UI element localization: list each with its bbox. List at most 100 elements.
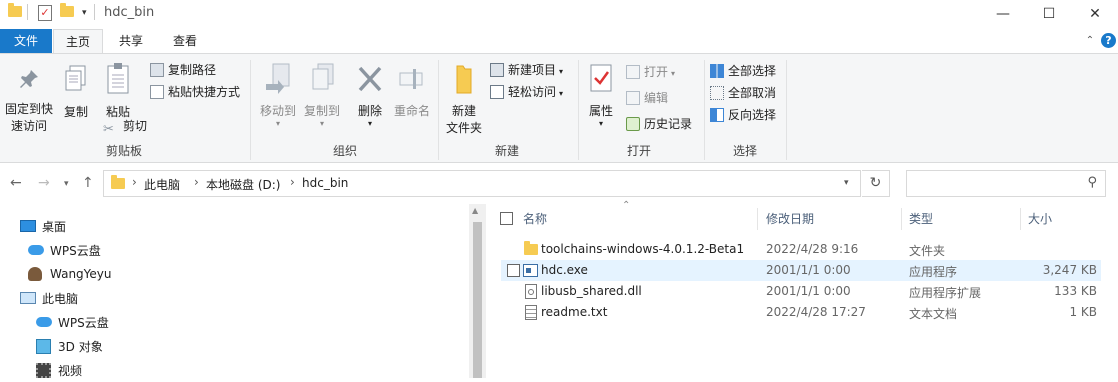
up-arrow-icon[interactable]: ↑ bbox=[82, 175, 94, 191]
easy-access-label: 轻松访问 bbox=[508, 85, 557, 99]
column-header-type[interactable]: 类型 bbox=[909, 210, 933, 227]
copy-to-button[interactable]: 复制到 ▾ bbox=[300, 62, 344, 128]
scrollbar-thumb[interactable] bbox=[473, 222, 482, 378]
search-input[interactable]: ⚲ bbox=[906, 170, 1106, 197]
back-arrow-icon[interactable]: ← bbox=[10, 175, 22, 191]
nav-item-videos[interactable]: 视频 bbox=[36, 358, 82, 382]
file-row[interactable]: hdc.exe 2001/1/1 0:00 应用程序 3,247 KB bbox=[501, 260, 1101, 281]
copy-label: 复制 bbox=[63, 105, 88, 119]
nav-label: WangYeyu bbox=[50, 267, 112, 281]
file-type: 文本文档 bbox=[909, 307, 958, 321]
tab-view[interactable]: 查看 bbox=[162, 29, 208, 53]
ribbon-tabs: 文件 主页 共享 查看 ⌃ ? bbox=[0, 29, 1118, 54]
tab-file[interactable]: 文件 bbox=[0, 29, 52, 53]
file-size: 3,247 KB bbox=[1042, 263, 1097, 277]
file-type: 文件夹 bbox=[909, 244, 946, 258]
new-folder-label: 新建 文件夹 bbox=[445, 104, 482, 135]
dropdown-arrow-icon: ▾ bbox=[367, 119, 372, 128]
nav-label: 桌面 bbox=[42, 219, 67, 234]
column-header-size[interactable]: 大小 bbox=[1028, 210, 1052, 227]
column-header-modified[interactable]: 修改日期 bbox=[766, 210, 814, 227]
nav-scrollbar[interactable]: ▲ bbox=[469, 204, 486, 378]
select-all-label: 全部选择 bbox=[728, 64, 777, 78]
paste-shortcut-button[interactable]: 粘贴快捷方式 bbox=[150, 84, 240, 100]
group-label-open: 打开 bbox=[626, 144, 651, 158]
tab-home[interactable]: 主页 bbox=[53, 29, 103, 54]
nav-label: WPS云盘 bbox=[58, 315, 109, 330]
recent-locations-icon[interactable]: ▾ bbox=[64, 179, 69, 189]
select-none-button[interactable]: 全部取消 bbox=[710, 85, 776, 101]
file-name: toolchains-windows-4.0.1.2-Beta1 bbox=[541, 242, 745, 256]
divider bbox=[786, 60, 787, 160]
edit-icon bbox=[626, 91, 640, 105]
close-button[interactable]: ✕ bbox=[1072, 0, 1118, 28]
dll-icon bbox=[525, 284, 537, 299]
invert-selection-button[interactable]: 反向选择 bbox=[710, 107, 776, 123]
help-icon[interactable]: ? bbox=[1101, 33, 1116, 48]
row-checkbox[interactable] bbox=[507, 264, 520, 277]
select-all-checkbox[interactable] bbox=[500, 212, 513, 225]
nav-label: WPS云盘 bbox=[50, 243, 101, 258]
select-all-button[interactable]: 全部选择 bbox=[710, 63, 776, 79]
chevron-right-icon[interactable]: › bbox=[290, 175, 295, 189]
group-label-select: 选择 bbox=[732, 144, 757, 158]
rename-button[interactable]: 重命名 bbox=[390, 62, 434, 120]
breadcrumb-this-pc[interactable]: 此电脑 bbox=[144, 176, 180, 193]
nav-item-3d-objects[interactable]: 3D 对象 bbox=[36, 334, 103, 358]
divider bbox=[578, 60, 579, 160]
new-item-label: 新建项目 bbox=[508, 63, 557, 77]
chevron-right-icon[interactable]: › bbox=[194, 175, 199, 189]
copy-button[interactable]: 复制 bbox=[60, 64, 92, 121]
properties-icon[interactable]: ✓ bbox=[38, 5, 52, 21]
breadcrumb-hdc-bin[interactable]: hdc_bin bbox=[302, 176, 348, 190]
easy-access-button[interactable]: 轻松访问 ▾ bbox=[490, 84, 563, 102]
text-file-icon bbox=[525, 305, 537, 320]
file-modified: 2001/1/1 0:00 bbox=[766, 263, 851, 277]
refresh-icon[interactable]: ↻ bbox=[862, 170, 890, 197]
divider bbox=[757, 208, 758, 230]
paste-button[interactable]: 粘贴 bbox=[100, 62, 136, 121]
new-folder-icon[interactable] bbox=[60, 3, 74, 17]
tab-share[interactable]: 共享 bbox=[108, 29, 154, 53]
properties-button[interactable]: 属性 ▾ bbox=[584, 62, 618, 128]
nav-item-this-pc[interactable]: 此电脑 bbox=[20, 286, 78, 310]
address-bar[interactable]: › 此电脑 › 本地磁盘 (D:) › hdc_bin ▾ bbox=[103, 170, 861, 197]
address-dropdown-icon[interactable]: ▾ bbox=[844, 178, 849, 188]
column-header-name[interactable]: 名称 bbox=[523, 210, 547, 227]
nav-item-desktop[interactable]: 桌面 bbox=[20, 214, 66, 238]
folder-icon bbox=[111, 175, 125, 189]
file-type: 应用程序 bbox=[909, 265, 958, 279]
delete-button[interactable]: 删除 ▾ bbox=[352, 62, 388, 128]
copy-path-button[interactable]: 复制路径 bbox=[150, 62, 216, 78]
nav-item-wps-cloud-2[interactable]: WPS云盘 bbox=[36, 310, 109, 334]
copy-icon bbox=[65, 65, 86, 91]
new-folder-button[interactable]: 新建 文件夹 bbox=[442, 62, 486, 137]
open-button[interactable]: 打开 ▾ bbox=[626, 64, 675, 82]
select-none-label: 全部取消 bbox=[728, 86, 777, 100]
minimize-button[interactable]: — bbox=[980, 0, 1026, 28]
dropdown-arrow-icon: ▾ bbox=[671, 69, 676, 78]
collapse-ribbon-icon[interactable]: ⌃ bbox=[1083, 29, 1097, 53]
maximize-button[interactable]: ☐ bbox=[1026, 0, 1072, 28]
nav-item-user[interactable]: WangYeyu bbox=[28, 262, 112, 286]
paste-icon bbox=[107, 63, 129, 94]
breadcrumb-local-disk[interactable]: 本地磁盘 (D:) bbox=[206, 176, 280, 193]
new-item-button[interactable]: 新建项目 ▾ bbox=[490, 62, 563, 80]
history-button[interactable]: 历史记录 bbox=[626, 116, 692, 132]
chevron-right-icon[interactable]: › bbox=[132, 175, 137, 189]
file-row[interactable]: libusb_shared.dll 2001/1/1 0:00 应用程序扩展 1… bbox=[501, 281, 1101, 302]
customize-qat-icon[interactable]: ▾ bbox=[82, 8, 87, 18]
video-icon bbox=[36, 362, 51, 378]
file-row[interactable]: toolchains-windows-4.0.1.2-Beta1 2022/4/… bbox=[501, 239, 1101, 260]
easy-access-icon bbox=[490, 85, 504, 99]
cut-button[interactable]: ✂ 剪切 bbox=[103, 118, 147, 137]
forward-arrow-icon[interactable]: → bbox=[38, 175, 50, 191]
pin-to-quick-access-button[interactable]: 固定到快 速访问 bbox=[2, 68, 56, 135]
edit-button[interactable]: 编辑 bbox=[626, 90, 668, 106]
new-folder-icon bbox=[456, 65, 472, 94]
scroll-up-icon[interactable]: ▲ bbox=[472, 206, 478, 215]
divider bbox=[94, 4, 95, 20]
file-row[interactable]: readme.txt 2022/4/28 17:27 文本文档 1 KB bbox=[501, 302, 1101, 323]
nav-item-wps-cloud[interactable]: WPS云盘 bbox=[28, 238, 101, 262]
move-to-button[interactable]: 移动到 ▾ bbox=[256, 62, 300, 128]
